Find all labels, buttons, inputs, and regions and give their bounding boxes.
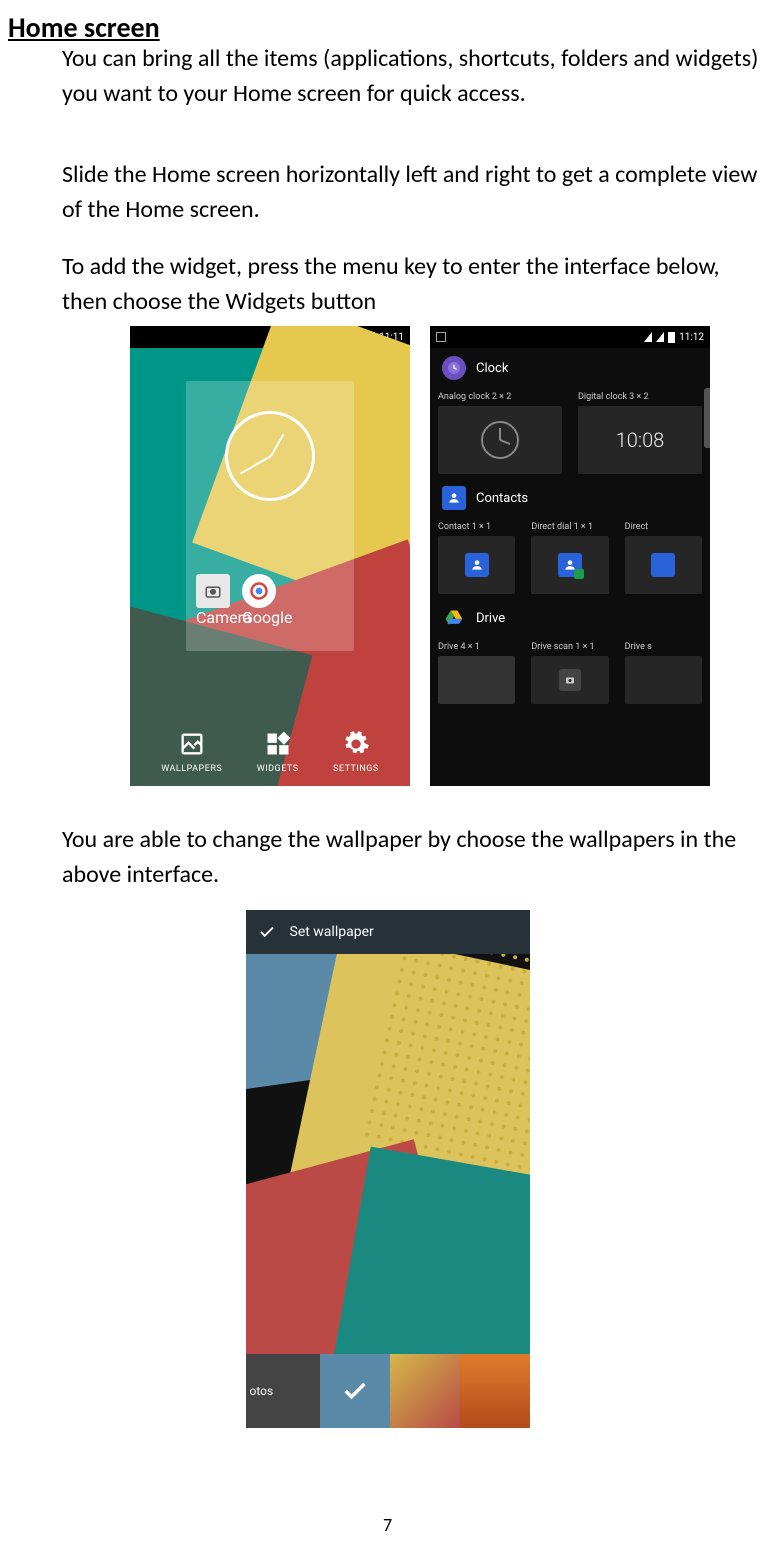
check-icon: [258, 923, 276, 941]
widget-category-drive[interactable]: Drive: [430, 598, 710, 638]
analog-clock-widget[interactable]: [225, 411, 315, 501]
paragraph-wallpaper: You are able to change the wallpaper by …: [62, 823, 762, 893]
screenshot-widgets-list: 11:12 Clock Analog clock 2 × 2 Digital c…: [430, 326, 710, 786]
app-label: Google: [242, 608, 276, 627]
screenshot-home-options: 11:11 Camera: [130, 326, 410, 786]
wallpapers-label: WALLPAPERS: [161, 764, 222, 774]
home-preview-panel[interactable]: Camera Google: [186, 381, 354, 651]
widget-label: Direct dial 1 × 1: [531, 522, 608, 532]
wallpaper-thumb-photos[interactable]: otos: [246, 1354, 320, 1428]
app-google[interactable]: Google: [242, 574, 276, 627]
widget-label: Drive scan 1 × 1: [531, 642, 608, 652]
check-icon: [341, 1377, 369, 1405]
widget-label: Analog clock 2 × 2: [438, 392, 562, 402]
page-title: Home screen: [8, 10, 160, 45]
settings-button[interactable]: SETTINGS: [333, 728, 379, 774]
widget-label: Direct: [625, 522, 702, 532]
set-wallpaper-header[interactable]: Set wallpaper: [246, 910, 530, 954]
category-label: Drive: [476, 611, 505, 626]
wallpaper-thumbnails: otos: [246, 1354, 530, 1428]
paragraph-slide: Slide the Home screen horizontally left …: [62, 158, 762, 228]
wallpaper-thumb[interactable]: [460, 1354, 530, 1428]
thumb-label: otos: [250, 1384, 274, 1398]
page-number: 7: [0, 1514, 775, 1536]
widget-direct-partial[interactable]: Direct: [617, 518, 710, 598]
wallpaper-thumb-selected[interactable]: [320, 1354, 390, 1428]
widget-label: Digital clock 3 × 2: [578, 392, 702, 402]
widget-label: Contact 1 × 1: [438, 522, 515, 532]
widget-category-contacts[interactable]: Contacts: [430, 478, 710, 518]
widget-drive-scan[interactable]: Drive scan 1 × 1: [523, 638, 616, 708]
app-label: Camera: [196, 608, 230, 627]
widget-drive[interactable]: Drive 4 × 1: [430, 638, 523, 708]
wallpaper-thumb[interactable]: [390, 1354, 460, 1428]
status-time: 11:12: [679, 332, 704, 343]
screenshot-set-wallpaper: Set wallpaper otos: [246, 910, 530, 1428]
wallpaper-preview[interactable]: [246, 954, 530, 1354]
category-label: Contacts: [476, 491, 528, 506]
widget-category-clock[interactable]: Clock: [430, 348, 710, 388]
signal-icon: [644, 332, 652, 342]
paragraph-widget: To add the widget, press the menu key to…: [62, 250, 762, 320]
scroll-indicator[interactable]: [704, 388, 710, 448]
widget-label: Drive s: [625, 642, 702, 652]
widget-label: Drive 4 × 1: [438, 642, 515, 652]
signal-icon: [656, 332, 664, 342]
app-camera[interactable]: Camera: [196, 574, 230, 627]
widget-direct-dial[interactable]: Direct dial 1 × 1: [523, 518, 616, 598]
widgets-button[interactable]: WIDGETS: [257, 728, 299, 774]
digital-clock-preview: 10:08: [578, 406, 702, 474]
widget-analog-clock[interactable]: Analog clock 2 × 2: [430, 388, 570, 478]
widget-digital-clock[interactable]: Digital clock 3 × 2 10:08: [570, 388, 710, 478]
widgets-icon: [262, 728, 294, 760]
widget-drive-partial[interactable]: Drive s: [617, 638, 710, 708]
widgets-label: WIDGETS: [257, 764, 299, 774]
wallpapers-icon: [176, 728, 208, 760]
widget-contact[interactable]: Contact 1 × 1: [430, 518, 523, 598]
battery-icon: [668, 332, 675, 343]
status-bar: 11:12: [430, 326, 710, 348]
settings-label: SETTINGS: [333, 764, 379, 774]
screenshots-row: 11:11 Camera: [130, 326, 710, 786]
paragraph-intro: You can bring all the items (application…: [62, 42, 762, 112]
notification-icon: [436, 332, 446, 342]
wallpapers-button[interactable]: WALLPAPERS: [161, 728, 222, 774]
category-label: Clock: [476, 361, 508, 376]
set-wallpaper-label: Set wallpaper: [290, 924, 374, 940]
drive-icon: [442, 606, 466, 630]
gear-icon: [340, 728, 372, 760]
contacts-icon: [442, 486, 466, 510]
clock-icon: [442, 356, 466, 380]
